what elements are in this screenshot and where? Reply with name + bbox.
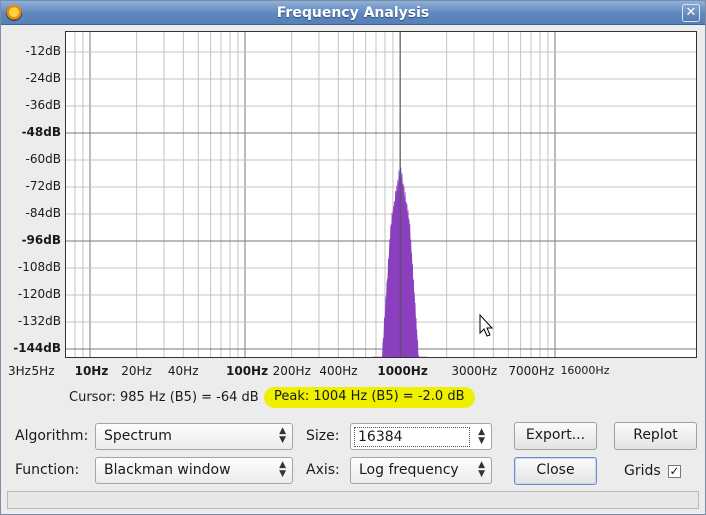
x-tick-label: 7000Hz — [508, 364, 555, 378]
y-tick-label: -12dB — [25, 44, 61, 58]
mouse-pointer-icon — [479, 313, 494, 337]
algorithm-value: Spectrum — [104, 428, 172, 444]
combo-arrows-icon: ▲ ▼ — [478, 460, 485, 479]
frequency-analysis-window: Frequency Analysis ✕ -12dB -24dB -36dB -48d… — [0, 0, 706, 515]
replot-button[interactable]: Replot — [614, 422, 697, 450]
axis-value: Log frequency — [359, 462, 459, 478]
size-select[interactable]: 16384 ▲ ▼ — [350, 423, 492, 450]
y-tick-label: -24dB — [25, 71, 61, 85]
x-tick-label: 3Hz — [7, 364, 31, 378]
x-tick-label: 400Hz — [319, 364, 358, 378]
x-tick-label: 40Hz — [167, 364, 199, 378]
axis-select[interactable]: Log frequency ▲ ▼ — [350, 457, 492, 484]
y-tick-label: -36dB — [25, 98, 61, 112]
size-label: Size: — [306, 428, 340, 444]
x-tick-label: 200Hz — [272, 364, 311, 378]
combo-arrows-icon: ▲ ▼ — [279, 426, 286, 445]
x-tick-label: 20Hz — [121, 364, 152, 378]
x-tick-label: 10Hz — [74, 364, 109, 378]
y-tick-label: -84dB — [25, 206, 61, 220]
algorithm-label: Algorithm: — [15, 428, 89, 444]
combo-arrows-icon: ▲ ▼ — [478, 427, 485, 446]
algorithm-select[interactable]: Spectrum ▲ ▼ — [95, 423, 293, 450]
window-close-button[interactable]: ✕ — [682, 4, 700, 22]
y-tick-label: -60dB — [25, 152, 61, 166]
spectrum-plot-panel: -12dB -24dB -36dB -48dB -60dB -72dB -84dB -96dB… — [7, 29, 699, 383]
status-bar — [7, 491, 699, 509]
x-tick-label: 16000Hz — [560, 364, 610, 377]
title-bar[interactable]: Frequency Analysis ✕ — [1, 1, 705, 25]
close-button[interactable]: Close — [514, 457, 597, 485]
size-input[interactable]: 16384 — [354, 427, 470, 447]
function-select[interactable]: Blackman window ▲ ▼ — [95, 457, 293, 484]
peak-readout: Peak: 1004 Hz (B5) = -2.0 dB — [264, 387, 475, 408]
y-tick-label: -144dB — [13, 341, 61, 355]
grids-checkbox[interactable]: ✓ — [668, 465, 681, 478]
window-title: Frequency Analysis — [276, 5, 430, 21]
y-tick-label: -120dB — [17, 287, 61, 301]
spectrum-plot[interactable] — [65, 31, 697, 358]
function-value: Blackman window — [104, 462, 231, 478]
y-tick-label: -108dB — [17, 260, 61, 274]
y-tick-label: -72dB — [25, 179, 61, 193]
combo-arrows-icon: ▲ ▼ — [279, 460, 286, 479]
x-tick-label: 5Hz — [31, 364, 55, 378]
y-tick-label: -48dB — [21, 125, 61, 139]
x-tick-label: 3000Hz — [451, 364, 498, 378]
x-tick-label: 100Hz — [226, 364, 269, 378]
y-tick-label: -132dB — [17, 314, 61, 328]
spectrum-area — [371, 167, 428, 357]
function-label: Function: — [15, 462, 80, 478]
grids-label: Grids — [624, 463, 661, 479]
y-tick-label: -96dB — [21, 233, 61, 247]
x-tick-label: 1000Hz — [377, 364, 428, 378]
export-button[interactable]: Export... — [514, 422, 597, 450]
spectrum-plot-svg — [66, 32, 696, 357]
axis-label: Axis: — [306, 462, 340, 478]
cursor-readout: Cursor: 985 Hz (B5) = -64 dB — [69, 390, 259, 405]
